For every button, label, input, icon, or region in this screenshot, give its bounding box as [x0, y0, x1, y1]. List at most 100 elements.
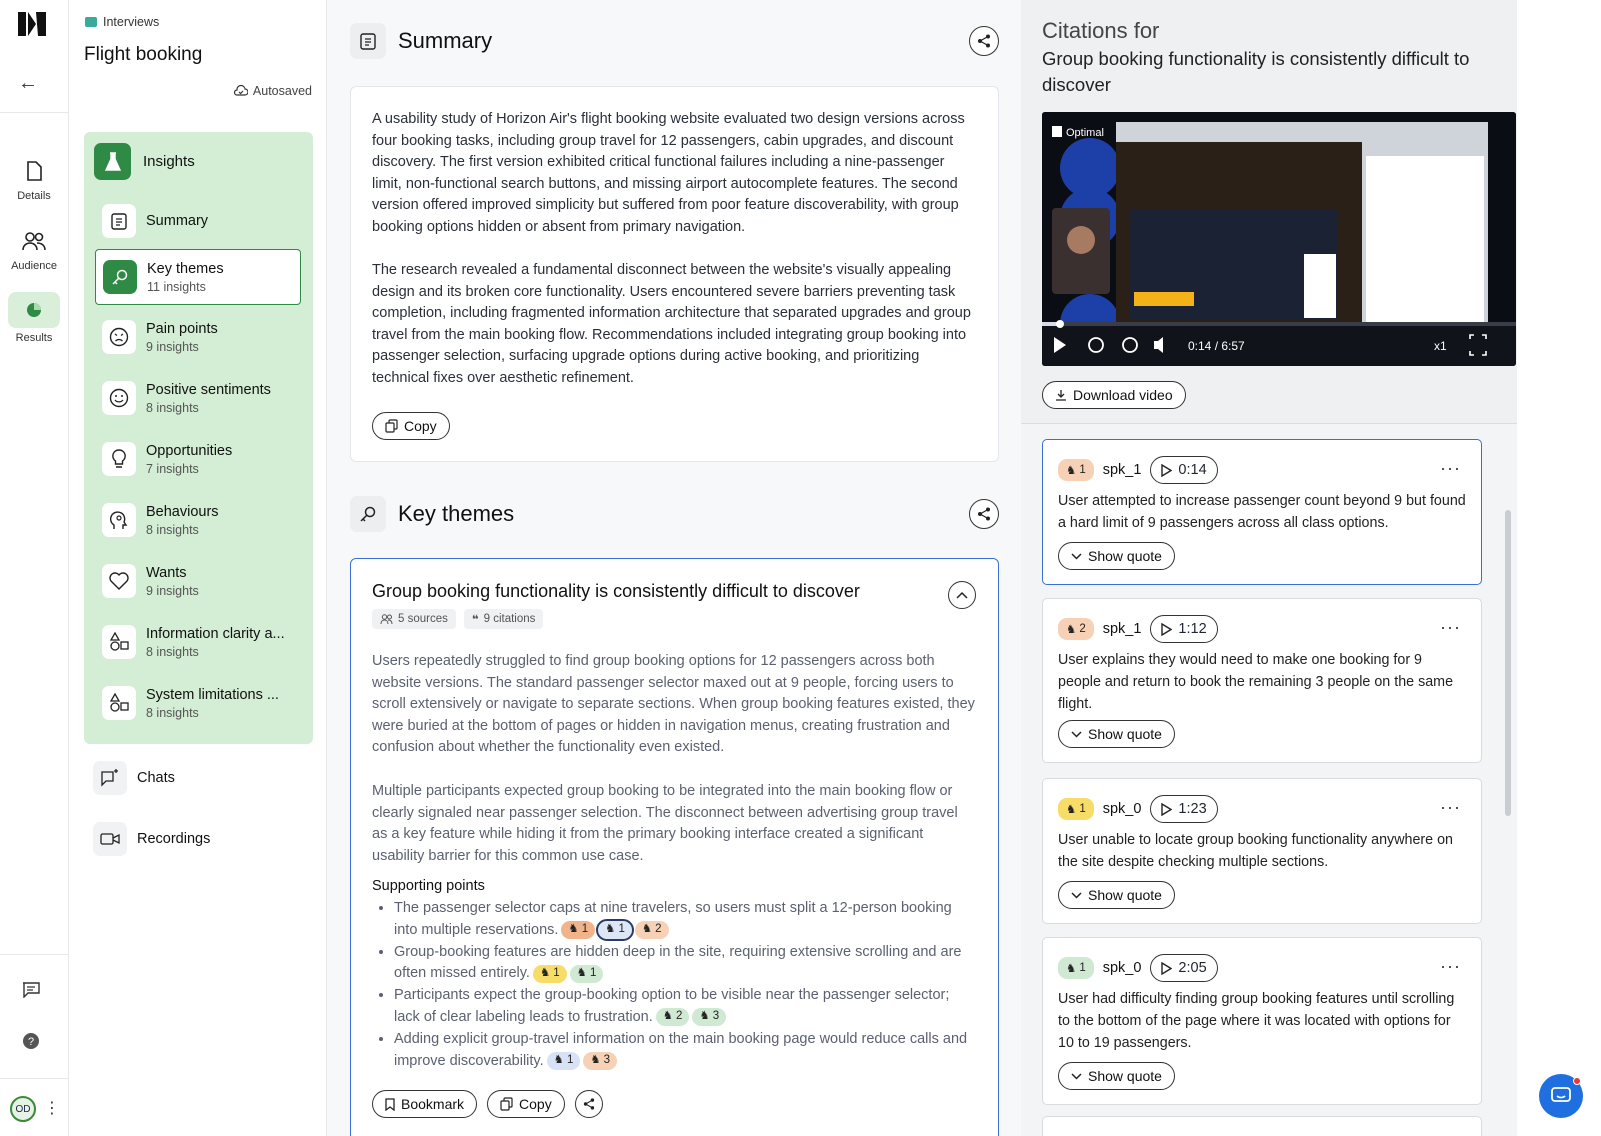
help-icon[interactable]: ?: [22, 1032, 40, 1055]
theme-paragraph: Multiple participants expected group boo…: [372, 783, 958, 864]
copy-label: Copy: [519, 1096, 552, 1112]
show-quote-button[interactable]: Show quote: [1058, 881, 1175, 909]
speaker-label: spk_0: [1102, 801, 1142, 817]
participant-citation-tag[interactable]: ♞ 3: [583, 1051, 618, 1070]
feedback-icon[interactable]: [22, 982, 40, 1003]
support-chat-button[interactable]: [1539, 1074, 1583, 1118]
timestamp: 0:14: [1178, 462, 1207, 478]
nav-item-chats[interactable]: Chats: [93, 761, 175, 795]
citation-card[interactable]: ♞ 1 spk_1 0:14 ··· User attempted to increase…: [1042, 439, 1482, 585]
participant-citation-tag[interactable]: ♞ 1: [1058, 459, 1094, 481]
nav-item-information-clarity[interactable]: Information clarity a... 8 insights: [95, 614, 301, 670]
participant-citation-tag[interactable]: ♞ 1: [561, 920, 596, 939]
insights-panel: Insights Summary Key themes 11 insights P…: [84, 132, 313, 744]
participant-citation-tag[interactable]: ♞ 2: [655, 1008, 690, 1027]
rail-item-audience[interactable]: Audience: [4, 226, 64, 272]
citation-card[interactable]: [1042, 1116, 1482, 1136]
playback-speed: x1: [1434, 339, 1447, 353]
participant-citation-tag[interactable]: ♞ 1: [532, 964, 567, 983]
nav-item-count: 9 insights: [146, 583, 199, 598]
smile-face-icon: [102, 381, 136, 415]
copy-summary-button[interactable]: Copy: [372, 412, 450, 440]
nav-item-count: 7 insights: [146, 461, 199, 476]
avatar[interactable]: OD: [10, 1096, 36, 1122]
bookmark-button[interactable]: Bookmark: [372, 1090, 478, 1118]
nav-item-label: Chats: [137, 770, 175, 786]
show-quote-button[interactable]: Show quote: [1058, 1062, 1175, 1090]
citation-count: 3: [712, 1010, 720, 1023]
nav-item-summary[interactable]: Summary: [95, 193, 301, 249]
nav-item-positive-sentiments[interactable]: Positive sentiments 8 insights: [95, 370, 301, 426]
nav-item-pain-points[interactable]: Pain points 9 insights: [95, 309, 301, 365]
play-timestamp-button[interactable]: 1:23: [1150, 795, 1218, 823]
page-title: Flight booking: [84, 44, 203, 65]
more-vertical-icon[interactable]: ⋮: [44, 1098, 60, 1118]
more-options-icon[interactable]: ···: [1440, 797, 1461, 818]
participant-citation-tag[interactable]: ♞ 1: [1058, 798, 1094, 820]
back-arrow-icon[interactable]: ←: [18, 72, 38, 95]
video-camera-icon: [93, 822, 127, 856]
participant-citation-tag[interactable]: ♞ 2: [634, 920, 669, 939]
breadcrumb[interactable]: Interviews: [85, 15, 159, 29]
video-time: 0:14 / 6:57: [1188, 339, 1245, 353]
participant-citation-tag[interactable]: ♞ 1: [546, 1051, 581, 1070]
citation-card[interactable]: ♞ 1 spk_0 1:23 ··· User unable to locate grou…: [1042, 778, 1482, 924]
play-timestamp-button[interactable]: 1:12: [1150, 615, 1218, 643]
collapse-button[interactable]: [948, 581, 976, 609]
insights-header[interactable]: Insights: [94, 143, 195, 180]
citation-card[interactable]: ♞ 1 spk_0 2:05 ··· User had difficulty findin…: [1042, 937, 1482, 1105]
nav-item-count: 8 insights: [146, 644, 199, 659]
show-quote-button[interactable]: Show quote: [1058, 720, 1175, 748]
supporting-point: Participants expect the group-booking op…: [394, 985, 977, 1029]
people-icon: [19, 226, 49, 256]
show-quote-button[interactable]: Show quote: [1058, 542, 1175, 570]
app-logo-icon[interactable]: [16, 10, 48, 38]
share-theme-button[interactable]: [574, 1090, 603, 1118]
citations-heading: Citations for: [1042, 18, 1160, 43]
main-content: Summary A usability study of Horizon Air…: [327, 0, 1021, 1136]
citation-count: 2: [655, 923, 662, 936]
more-options-icon[interactable]: ···: [1440, 617, 1461, 638]
participant-citation-tag[interactable]: ♞ 1: [569, 964, 604, 983]
participant-avatar-icon: ♞: [662, 1010, 674, 1023]
svg-text:?: ?: [28, 1036, 34, 1048]
nav-item-opportunities[interactable]: Opportunities 7 insights: [95, 431, 301, 487]
nav-item-key-themes[interactable]: Key themes 11 insights: [95, 249, 301, 305]
nav-item-recordings[interactable]: Recordings: [93, 822, 210, 856]
play-icon: [1161, 463, 1173, 477]
nav-item-wants[interactable]: Wants 9 insights: [95, 553, 301, 609]
citations-header: Citations for Group booking functionalit…: [1021, 0, 1517, 424]
participant-citation-tag[interactable]: ♞ 3: [692, 1008, 727, 1027]
nav-item-behaviours[interactable]: Behaviours 8 insights: [95, 492, 301, 548]
copy-theme-button[interactable]: Copy: [487, 1090, 565, 1118]
participant-citation-tag[interactable]: ♞ 1: [1058, 957, 1094, 979]
share-summary-button[interactable]: [969, 26, 999, 56]
more-options-icon[interactable]: ···: [1440, 956, 1461, 977]
rail-divider: [0, 954, 69, 955]
key-icon: [350, 496, 386, 532]
nav-item-system-limitations[interactable]: System limitations ... 8 insights: [95, 675, 301, 731]
play-timestamp-button[interactable]: 2:05: [1150, 954, 1218, 982]
theme-title: Group booking functionality is consisten…: [372, 581, 860, 601]
supporting-point: Adding explicit group-travel information…: [394, 1029, 977, 1073]
nav-item-count: 11 insights: [147, 279, 206, 294]
download-video-button[interactable]: Download video: [1042, 381, 1186, 409]
participant-citation-tag[interactable]: ♞ 1: [596, 918, 634, 941]
video-player[interactable]: Optimal 0:14 / 6:57 x1: [1042, 112, 1516, 366]
nav-item-label: Key themes: [147, 260, 224, 277]
citation-card[interactable]: ♞ 2 spk_1 1:12 ··· User explains they would n…: [1042, 598, 1482, 763]
nav-item-label: Recordings: [137, 831, 211, 847]
nav-item-count: 8 insights: [146, 522, 199, 537]
show-quote-label: Show quote: [1088, 726, 1162, 742]
participant-citation-tag[interactable]: ♞ 2: [1058, 618, 1094, 640]
rail-item-details[interactable]: Details: [4, 156, 64, 202]
summary-paragraph: A usability study of Horizon Air's fligh…: [372, 111, 965, 235]
pie-chart-icon: [8, 292, 60, 328]
rail-item-results[interactable]: Results: [4, 292, 64, 344]
more-options-icon[interactable]: ···: [1440, 458, 1461, 479]
citation-count: 2: [676, 1010, 683, 1023]
citations-scrollbar[interactable]: [1505, 510, 1511, 816]
summary-header: Summary: [350, 23, 492, 59]
play-timestamp-button[interactable]: 0:14: [1150, 456, 1218, 484]
share-key-themes-button[interactable]: [969, 499, 999, 529]
